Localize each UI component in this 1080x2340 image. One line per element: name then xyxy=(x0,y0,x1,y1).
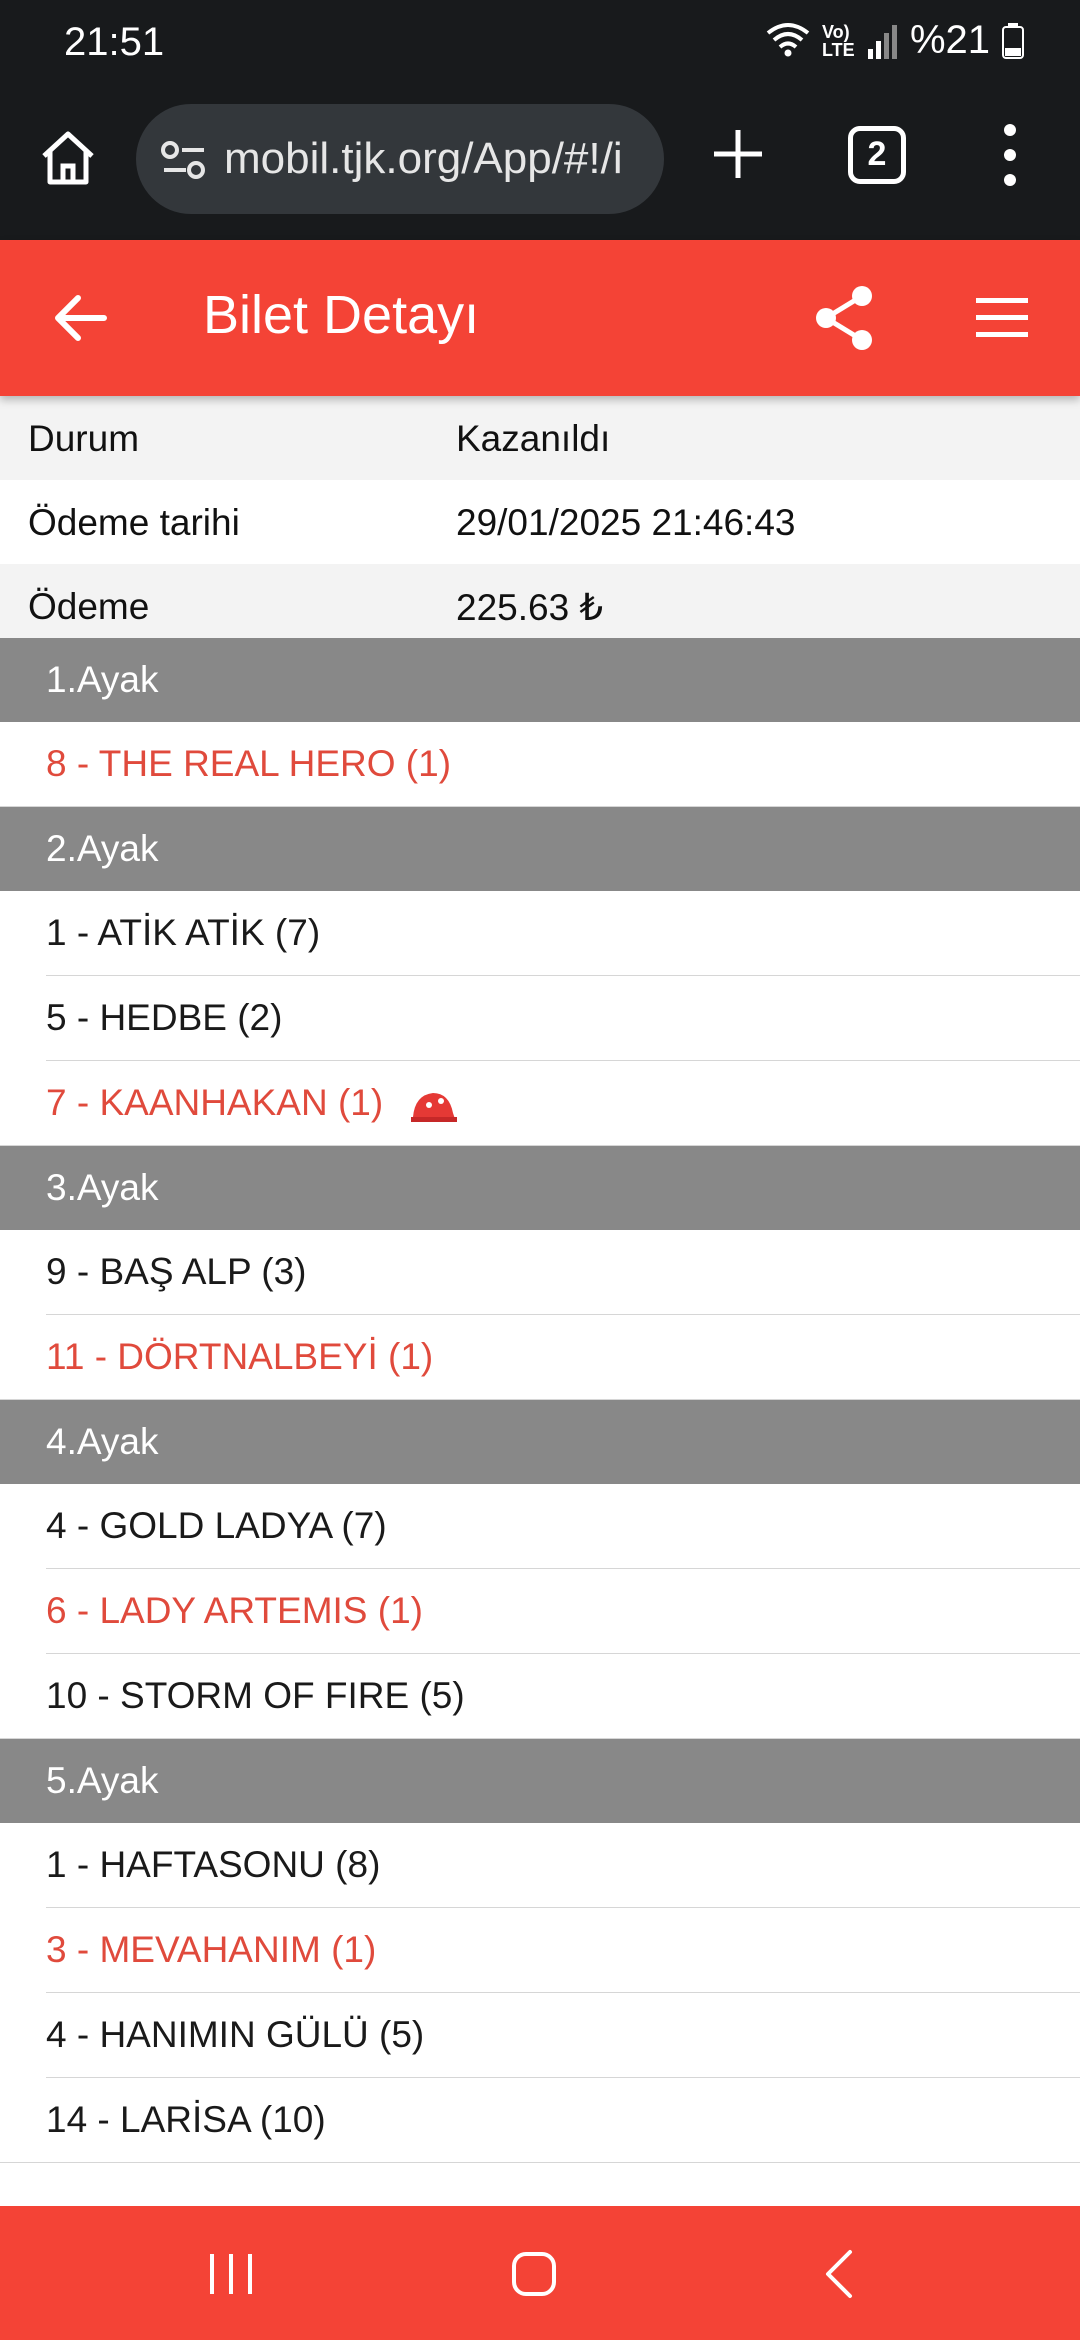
info-row-payment-date: Ödeme tarihi 29/01/2025 21:46:43 xyxy=(0,480,1080,564)
horse-row: 7 - KAANHAKAN (1) xyxy=(0,1061,1080,1146)
info-label: Durum xyxy=(28,418,140,459)
info-label: Ödeme tarihi xyxy=(28,502,240,543)
info-value: 225.63 ₺ xyxy=(456,587,603,628)
horse-row: 1 - ATİK ATİK (7) xyxy=(0,891,1080,976)
horse-label: 3 - MEVAHANIM (1) xyxy=(46,1929,377,1970)
wifi-icon xyxy=(766,22,810,56)
legs-list: 1.Ayak 8 - THE REAL HERO (1) 2.Ayak 1 - … xyxy=(0,638,1080,2163)
status-time: 21:51 xyxy=(64,20,165,64)
site-settings-icon[interactable] xyxy=(156,132,212,188)
share-icon[interactable] xyxy=(812,284,876,352)
tab-switcher-button[interactable]: 2 xyxy=(848,126,906,184)
leg-header: 2.Ayak xyxy=(0,807,1080,891)
info-value: 29/01/2025 21:46:43 xyxy=(456,502,796,543)
browser-toolbar: mobil.tjk.org/App/#!/i 2 xyxy=(0,92,1080,240)
horse-row: 4 - GOLD LADYA (7) xyxy=(0,1484,1080,1569)
horse-label: 1 - ATİK ATİK (7) xyxy=(46,912,321,953)
horse-label: 4 - HANIMIN GÜLÜ (5) xyxy=(46,2014,425,2055)
horse-row: 10 - STORM OF FIRE (5) xyxy=(0,1654,1080,1739)
horse-row: 8 - THE REAL HERO (1) xyxy=(0,722,1080,807)
status-bar: 21:51 Vo) LTE %21 xyxy=(0,0,1080,92)
horse-label: 8 - THE REAL HERO (1) xyxy=(46,743,452,784)
horse-row: 9 - BAŞ ALP (3) xyxy=(0,1230,1080,1315)
back-nav-icon[interactable] xyxy=(820,2248,860,2300)
url-text: mobil.tjk.org/App/#!/i xyxy=(224,134,623,183)
new-tab-icon[interactable] xyxy=(708,124,768,184)
system-nav-bar xyxy=(0,2206,1080,2340)
signal-icon xyxy=(867,24,897,59)
horse-label: 6 - LADY ARTEMIS (1) xyxy=(46,1590,423,1631)
back-arrow-icon[interactable] xyxy=(48,286,112,350)
network-label: Vo) LTE xyxy=(821,21,855,60)
horse-label: 1 - HAFTASONU (8) xyxy=(46,1844,381,1885)
horse-row: 6 - LADY ARTEMIS (1) xyxy=(0,1569,1080,1654)
leg-header: 3.Ayak xyxy=(0,1146,1080,1230)
info-label: Ödeme xyxy=(28,586,150,627)
info-row-payment: Ödeme 225.63 ₺ xyxy=(0,564,1080,648)
horse-row: 4 - HANIMIN GÜLÜ (5) xyxy=(0,1993,1080,2078)
horse-label: 9 - BAŞ ALP (3) xyxy=(46,1251,307,1292)
horse-label: 4 - GOLD LADYA (7) xyxy=(46,1505,387,1546)
leg-header: 1.Ayak xyxy=(0,638,1080,722)
horse-label: 10 - STORM OF FIRE (5) xyxy=(46,1675,465,1716)
home-icon[interactable] xyxy=(36,126,100,190)
app-header: Bilet Detayı xyxy=(0,240,1080,396)
info-row-status: Durum Kazanıldı xyxy=(0,396,1080,480)
more-options-icon[interactable] xyxy=(990,120,1030,190)
leg-header: 5.Ayak xyxy=(0,1739,1080,1823)
horse-label: 11 - DÖRTNALBEYİ (1) xyxy=(46,1336,434,1377)
leg-header: 4.Ayak xyxy=(0,1400,1080,1484)
home-nav-icon[interactable] xyxy=(510,2250,558,2298)
ticket-info: Durum Kazanıldı Ödeme tarihi 29/01/2025 … xyxy=(0,396,1080,648)
info-value: Kazanıldı xyxy=(456,418,611,459)
battery-icon xyxy=(1002,22,1024,59)
red-cap-icon xyxy=(411,1093,458,1123)
horse-row: 3 - MEVAHANIM (1) xyxy=(0,1908,1080,1993)
horse-label: 5 - HEDBE (2) xyxy=(46,997,283,1038)
status-icons: Vo) LTE %21 xyxy=(766,18,1024,63)
horse-row: 1 - HAFTASONU (8) xyxy=(0,1823,1080,1908)
battery-percent: %21 xyxy=(909,18,990,62)
horse-label: 7 - KAANHAKAN (1) xyxy=(46,1082,384,1123)
horse-row: 5 - HEDBE (2) xyxy=(0,976,1080,1061)
horse-label: 14 - LARİSA (10) xyxy=(46,2099,326,2140)
horse-row: 14 - LARİSA (10) xyxy=(0,2078,1080,2163)
url-bar[interactable]: mobil.tjk.org/App/#!/i xyxy=(136,104,664,214)
page-title: Bilet Detayı xyxy=(203,285,480,345)
horse-row: 11 - DÖRTNALBEYİ (1) xyxy=(0,1315,1080,1400)
recent-apps-icon[interactable] xyxy=(206,2252,256,2296)
hamburger-menu-icon[interactable] xyxy=(972,290,1032,346)
